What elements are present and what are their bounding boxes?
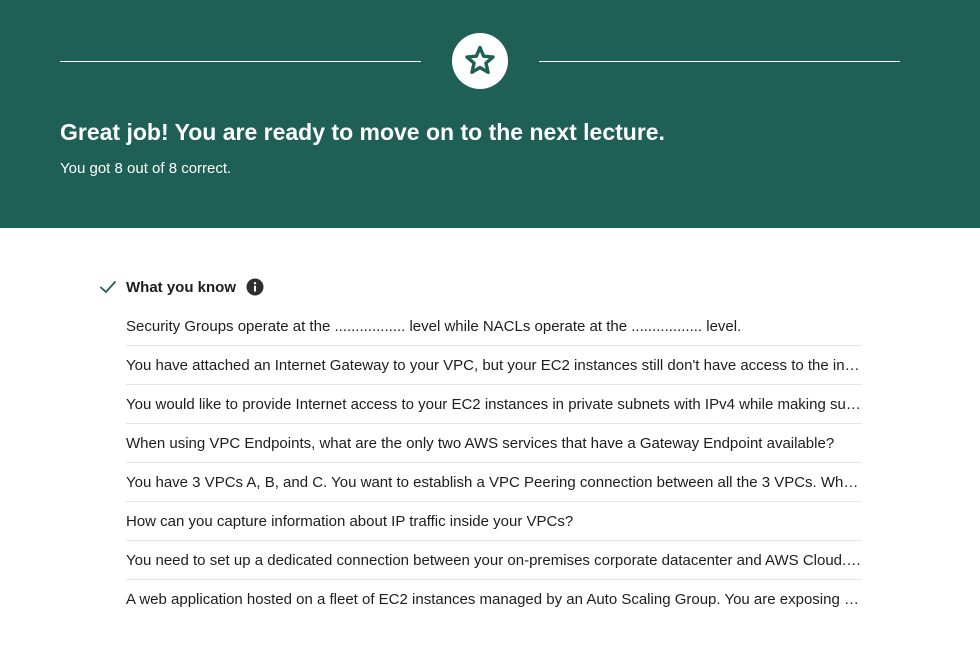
question-list: Security Groups operate at the .........… — [126, 307, 862, 619]
question-item[interactable]: Security Groups operate at the .........… — [126, 307, 862, 346]
result-title: Great job! You are ready to move on to t… — [60, 119, 665, 145]
check-icon — [100, 281, 116, 293]
info-icon[interactable] — [246, 278, 264, 296]
star-badge — [452, 33, 508, 89]
question-item[interactable]: How can you capture information about IP… — [126, 502, 862, 541]
question-item[interactable]: You need to set up a dedicated connectio… — [126, 541, 862, 580]
hero-divider-right — [539, 61, 900, 62]
what-you-know-header: What you know — [99, 276, 264, 298]
question-item[interactable]: You would like to provide Internet acces… — [126, 385, 862, 424]
question-item[interactable]: You have 3 VPCs A, B, and C. You want to… — [126, 463, 862, 502]
result-score: You got 8 out of 8 correct. — [60, 160, 232, 177]
question-item[interactable]: When using VPC Endpoints, what are the o… — [126, 424, 862, 463]
question-item[interactable]: A web application hosted on a fleet of E… — [126, 580, 862, 619]
results-hero: Great job! You are ready to move on to t… — [0, 0, 980, 228]
question-item[interactable]: You have attached an Internet Gateway to… — [126, 346, 862, 385]
star-icon — [465, 45, 495, 75]
section-title: What you know — [126, 278, 236, 296]
hero-divider-left — [60, 61, 421, 62]
